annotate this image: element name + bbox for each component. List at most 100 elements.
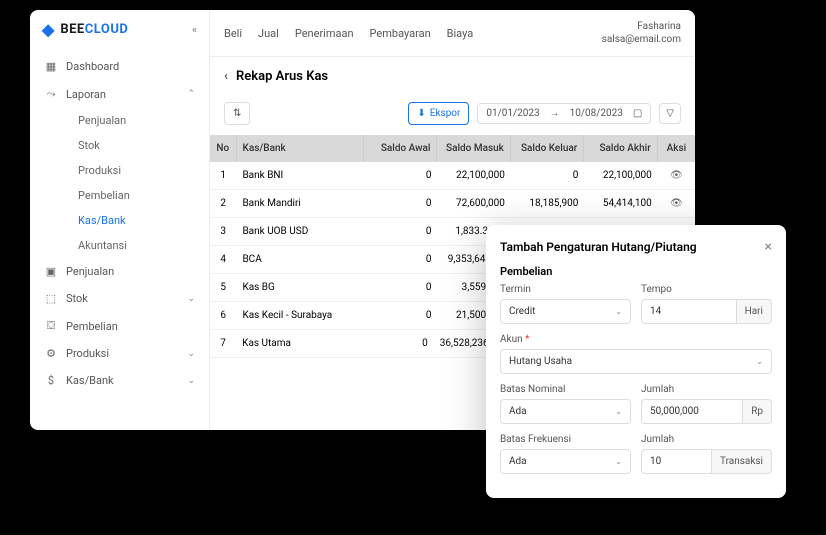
sidebar-item-label: Penjualan <box>66 265 114 278</box>
cell-name: Bank BNI <box>236 162 364 189</box>
nav-beli[interactable]: Beli <box>224 27 242 40</box>
user-name: Fasharina <box>602 20 681 33</box>
nav-penerimaan[interactable]: Penerimaan <box>295 27 354 40</box>
nav-pembayaran[interactable]: Pembayaran <box>370 27 431 40</box>
cell-masuk: 22,100,000 <box>437 162 510 189</box>
cell-awal: 0 <box>364 162 437 189</box>
factory-icon: ⚙ <box>44 347 58 360</box>
label-jumlah-frek: Jumlah <box>641 434 772 445</box>
cell-name: Bank Mandiri <box>236 190 364 217</box>
sidebar-item-produksi[interactable]: ⚙Produksi⌄ <box>30 340 209 367</box>
cell-name: Bank UOB USD <box>236 218 364 245</box>
label-jumlah-nominal: Jumlah <box>641 384 772 395</box>
sidebar-item-label: Pembelian <box>66 320 118 333</box>
sidebar-item-label: Produksi <box>78 164 121 177</box>
sidebar-item-label: Pembelian <box>78 189 130 202</box>
sidebar-item-stok[interactable]: ⬚Stok⌄ <box>30 285 209 312</box>
transaksi-unit: Transaksi <box>712 449 772 474</box>
eye-icon[interactable]: 👁 <box>670 170 683 181</box>
settings-button[interactable]: ⇅ <box>224 102 250 125</box>
collapse-icon[interactable]: « <box>192 23 197 36</box>
user-info[interactable]: Fasharina salsa@email.com <box>602 20 681 46</box>
cell-no: 6 <box>210 302 236 329</box>
input-jumlah-nominal[interactable]: 50,000,000 <box>641 399 743 424</box>
cell-no: 7 <box>210 330 236 357</box>
chevron-down-icon: ⌄ <box>615 307 622 316</box>
th-awal: Saldo Awal <box>364 135 437 162</box>
sidebar-item-label: Penjualan <box>78 114 126 127</box>
cart-icon: ⛋ <box>44 319 58 333</box>
chevron-down-icon: ⌄ <box>187 294 195 304</box>
page-title: Rekap Arus Kas <box>236 69 328 84</box>
chart-icon: ⤳ <box>44 87 58 101</box>
chevron-down-icon: ⌄ <box>756 357 763 366</box>
input-tempo[interactable]: 14 <box>641 299 737 324</box>
sidebar-item-label: Akuntansi <box>78 239 127 252</box>
cell-awal: 0 <box>364 246 437 273</box>
chevron-down-icon: ⌄ <box>615 407 622 416</box>
label-tempo: Tempo <box>641 284 772 295</box>
chevron-up-icon: ⌃ <box>187 89 195 99</box>
arrow-icon: → <box>550 108 560 119</box>
sidebar-sub-pembelian[interactable]: Pembelian <box>64 183 209 208</box>
back-icon[interactable]: ‹ <box>224 69 228 84</box>
sidebar-item-label: Stok <box>78 139 100 152</box>
sidebar-sub-stok[interactable]: Stok <box>64 133 209 158</box>
modal-section: Pembelian <box>500 265 772 278</box>
sidebar-sub-kasbank[interactable]: Kas/Bank <box>64 208 209 233</box>
sidebar-sub-produksi[interactable]: Produksi <box>64 158 209 183</box>
sidebar-item-label: Kas/Bank <box>66 374 114 387</box>
logo-text: BEECLOUD <box>60 22 128 37</box>
sidebar-item-laporan[interactable]: ⤳Laporan⌃ <box>30 80 209 108</box>
batas-nominal-value: Ada <box>509 406 527 417</box>
modal-title: Tambah Pengaturan Hutang/Piutang <box>500 240 697 254</box>
table-header: No Kas/Bank Saldo Awal Saldo Masuk Saldo… <box>210 135 695 162</box>
sidebar-sub-penjualan[interactable]: Penjualan <box>64 108 209 133</box>
date-range[interactable]: 01/01/2023 → 10/08/2023 ▢ <box>477 103 651 124</box>
close-icon[interactable]: × <box>765 239 772 255</box>
nav-biaya[interactable]: Biaya <box>447 27 474 40</box>
cell-name: Kas BG <box>236 274 364 301</box>
sidebar-item-dashboard[interactable]: ▦Dashboard <box>30 53 209 80</box>
sidebar-item-label: Kas/Bank <box>78 214 126 227</box>
cell-awal: 0 <box>364 302 437 329</box>
date-to: 10/08/2023 <box>570 108 623 119</box>
export-button[interactable]: ⬇Ekspor <box>408 102 469 125</box>
modal-header: Tambah Pengaturan Hutang/Piutang × <box>500 239 772 255</box>
filter-button[interactable]: ▽ <box>659 103 681 124</box>
box-icon: ⬚ <box>44 292 58 305</box>
page-header: ‹ Rekap Arus Kas <box>210 57 695 96</box>
select-akun[interactable]: Hutang Usaha⌄ <box>500 349 772 374</box>
cell-no: 1 <box>210 162 236 189</box>
th-aksi: Aksi <box>658 135 695 162</box>
sidebar-item-kasbank[interactable]: $ Kas/Bank ⌄ <box>30 367 209 394</box>
table-row: 2Bank Mandiri072,600,00018,185,90054,414… <box>210 190 695 218</box>
cell-awal: 0 <box>362 330 434 357</box>
sidebar-item-label: Produksi <box>66 347 109 360</box>
download-icon: ⬇ <box>417 108 425 119</box>
chevron-down-icon: ⌄ <box>187 376 195 386</box>
input-jumlah-frek[interactable]: 10 <box>641 449 712 474</box>
nav-jual[interactable]: Jual <box>258 27 279 40</box>
sidebar-menu: ▦Dashboard ⤳Laporan⌃ Penjualan Stok Prod… <box>30 49 209 398</box>
label-termin: Termin <box>500 284 631 295</box>
grid-icon: ▦ <box>44 60 58 73</box>
top-nav: Beli Jual Penerimaan Pembayaran Biaya Fa… <box>210 10 695 57</box>
cell-keluar: 0 <box>511 162 584 189</box>
termin-value: Credit <box>509 306 535 317</box>
th-masuk: Saldo Masuk <box>437 135 510 162</box>
th-keluar: Saldo Keluar <box>511 135 584 162</box>
dollar-icon: $ <box>44 374 58 387</box>
sidebar-item-pembelian[interactable]: ⛋ Pembelian <box>30 312 209 340</box>
sidebar-sub-akuntansi[interactable]: Akuntansi <box>64 233 209 258</box>
cell-no: 2 <box>210 190 236 217</box>
eye-icon[interactable]: 👁 <box>670 198 683 209</box>
tag-icon: ▣ <box>44 265 58 278</box>
label-batas-frekuensi: Batas Frekuensi <box>500 434 631 445</box>
select-batas-nominal[interactable]: Ada ⌄ <box>500 399 631 424</box>
select-termin[interactable]: Credit ⌄ <box>500 299 631 324</box>
laporan-submenu: Penjualan Stok Produksi Pembelian Kas/Ba… <box>30 108 209 258</box>
sidebar-item-penjualan[interactable]: ▣ Penjualan <box>30 258 209 285</box>
cell-name: Kas Utama <box>236 330 361 357</box>
select-batas-frekuensi[interactable]: Ada⌄ <box>500 449 631 474</box>
